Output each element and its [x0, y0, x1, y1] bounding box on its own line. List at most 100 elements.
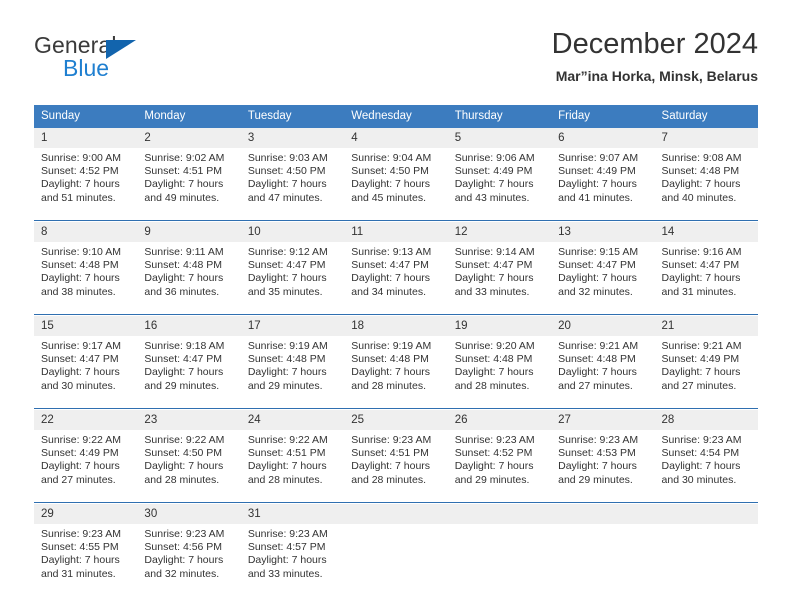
calendar-body: 1 2 3 4 5 6 7 Sunrise: 9:00 AM Sunset: 4… [34, 128, 758, 596]
day-cell[interactable]: Sunrise: 9:16 AM Sunset: 4:47 PM Dayligh… [654, 242, 758, 315]
day-number-empty [551, 504, 655, 524]
daylight-text: Daylight: 7 hours [41, 178, 120, 191]
day-cell[interactable]: Sunrise: 9:18 AM Sunset: 4:47 PM Dayligh… [137, 336, 241, 409]
sunrise-text: Sunrise: 9:04 AM [351, 152, 432, 164]
daylight-text-cont: and 32 minutes. [144, 567, 220, 580]
day-number[interactable]: 8 [34, 222, 138, 242]
general-blue-logo[interactable]: General Blue [34, 32, 234, 88]
day-number[interactable]: 21 [654, 316, 758, 336]
day-number[interactable]: 5 [447, 128, 552, 148]
day-cell[interactable]: Sunrise: 9:23 AM Sunset: 4:54 PM Dayligh… [654, 430, 758, 503]
sunrise-text: Sunrise: 9:17 AM [41, 340, 121, 352]
sunrise-text: Sunrise: 9:23 AM [558, 434, 639, 446]
sunrise-text: Sunrise: 9:10 AM [41, 246, 121, 258]
sunrise-text: Sunrise: 9:23 AM [454, 434, 535, 446]
daylight-text: Daylight: 7 hours [247, 554, 327, 567]
daylight-text-cont: and 35 minutes. [247, 285, 323, 298]
day-cell[interactable]: Sunrise: 9:22 AM Sunset: 4:50 PM Dayligh… [137, 430, 241, 503]
day-cell[interactable]: Sunrise: 9:19 AM Sunset: 4:48 PM Dayligh… [344, 336, 448, 409]
day-number[interactable]: 27 [551, 410, 655, 430]
day-number[interactable]: 9 [137, 222, 241, 242]
day-cell[interactable]: Sunrise: 9:06 AM Sunset: 4:49 PM Dayligh… [447, 148, 552, 221]
day-cell[interactable]: Sunrise: 9:04 AM Sunset: 4:50 PM Dayligh… [344, 148, 448, 221]
day-number[interactable]: 10 [240, 222, 345, 242]
sunset-text: Sunset: 4:47 PM [454, 259, 533, 272]
day-number[interactable]: 3 [240, 128, 345, 148]
weekday-header-thursday: Thursday [447, 105, 552, 128]
day-cell[interactable]: Sunrise: 9:20 AM Sunset: 4:48 PM Dayligh… [447, 336, 552, 409]
day-number[interactable]: 17 [240, 316, 345, 336]
day-cell[interactable]: Sunrise: 9:10 AM Sunset: 4:48 PM Dayligh… [34, 242, 138, 315]
day-cell[interactable]: Sunrise: 9:23 AM Sunset: 4:53 PM Dayligh… [551, 430, 655, 503]
sunset-text: Sunset: 4:50 PM [144, 447, 223, 460]
day-cell[interactable]: Sunrise: 9:13 AM Sunset: 4:47 PM Dayligh… [344, 242, 448, 315]
week-5-daynum-row: 29 30 31 [34, 504, 758, 524]
sunrise-text: Sunrise: 9:21 AM [558, 340, 639, 352]
daylight-text-cont: and 41 minutes. [558, 191, 633, 204]
day-number[interactable]: 18 [344, 316, 448, 336]
day-number[interactable]: 13 [551, 222, 655, 242]
sunrise-text: Sunrise: 9:14 AM [454, 246, 535, 258]
day-cell[interactable]: Sunrise: 9:23 AM Sunset: 4:55 PM Dayligh… [34, 524, 138, 596]
day-cell[interactable]: Sunrise: 9:22 AM Sunset: 4:51 PM Dayligh… [240, 430, 345, 503]
day-number[interactable]: 4 [344, 128, 448, 148]
day-number[interactable]: 12 [447, 222, 552, 242]
day-cell[interactable]: Sunrise: 9:03 AM Sunset: 4:50 PM Dayligh… [240, 148, 345, 221]
day-number[interactable]: 29 [34, 504, 138, 524]
day-number[interactable]: 26 [447, 410, 552, 430]
day-cell[interactable]: Sunrise: 9:22 AM Sunset: 4:49 PM Dayligh… [34, 430, 138, 503]
daylight-text: Daylight: 7 hours [661, 460, 741, 473]
day-number[interactable]: 11 [344, 222, 448, 242]
day-number[interactable]: 7 [654, 128, 758, 148]
day-number[interactable]: 15 [34, 316, 138, 336]
day-cell[interactable]: Sunrise: 9:21 AM Sunset: 4:49 PM Dayligh… [654, 336, 758, 409]
day-cell[interactable]: Sunrise: 9:23 AM Sunset: 4:52 PM Dayligh… [447, 430, 552, 503]
week-1-info-row: Sunrise: 9:00 AM Sunset: 4:52 PM Dayligh… [34, 148, 758, 221]
day-number[interactable]: 14 [654, 222, 758, 242]
day-number[interactable]: 1 [34, 128, 138, 148]
day-cell[interactable]: Sunrise: 9:12 AM Sunset: 4:47 PM Dayligh… [240, 242, 345, 315]
sunset-text: Sunset: 4:56 PM [144, 541, 223, 554]
daylight-text-cont: and 28 minutes. [351, 473, 426, 486]
daylight-text: Daylight: 7 hours [351, 460, 431, 473]
day-number[interactable]: 16 [137, 316, 241, 336]
day-cell[interactable]: Sunrise: 9:00 AM Sunset: 4:52 PM Dayligh… [34, 148, 138, 221]
day-number[interactable]: 2 [137, 128, 241, 148]
day-cell-empty [344, 524, 448, 596]
day-number[interactable]: 28 [654, 410, 758, 430]
weekday-header-tuesday: Tuesday [240, 105, 345, 128]
day-cell[interactable]: Sunrise: 9:21 AM Sunset: 4:48 PM Dayligh… [551, 336, 655, 409]
day-number[interactable]: 20 [551, 316, 655, 336]
day-cell[interactable]: Sunrise: 9:02 AM Sunset: 4:51 PM Dayligh… [137, 148, 241, 221]
day-cell[interactable]: Sunrise: 9:17 AM Sunset: 4:47 PM Dayligh… [34, 336, 138, 409]
day-cell[interactable]: Sunrise: 9:15 AM Sunset: 4:47 PM Dayligh… [551, 242, 655, 315]
day-number[interactable]: 19 [447, 316, 552, 336]
day-number[interactable]: 25 [344, 410, 448, 430]
sunrise-text: Sunrise: 9:15 AM [558, 246, 639, 258]
day-cell[interactable]: Sunrise: 9:14 AM Sunset: 4:47 PM Dayligh… [447, 242, 552, 315]
day-cell[interactable]: Sunrise: 9:19 AM Sunset: 4:48 PM Dayligh… [240, 336, 345, 409]
daylight-text-cont: and 38 minutes. [41, 285, 116, 298]
daylight-text: Daylight: 7 hours [661, 366, 741, 379]
day-cell[interactable]: Sunrise: 9:08 AM Sunset: 4:48 PM Dayligh… [654, 148, 758, 221]
day-number[interactable]: 6 [551, 128, 655, 148]
day-cell[interactable]: Sunrise: 9:11 AM Sunset: 4:48 PM Dayligh… [137, 242, 241, 315]
sunrise-text: Sunrise: 9:16 AM [661, 246, 742, 258]
day-number[interactable]: 22 [34, 410, 138, 430]
daylight-text: Daylight: 7 hours [41, 554, 120, 567]
daylight-text-cont: and 27 minutes. [41, 473, 116, 486]
day-cell[interactable]: Sunrise: 9:23 AM Sunset: 4:56 PM Dayligh… [137, 524, 241, 596]
sunset-text: Sunset: 4:50 PM [351, 165, 429, 178]
daylight-text: Daylight: 7 hours [144, 366, 224, 379]
calendar-header-row: Sunday Monday Tuesday Wednesday Thursday… [34, 105, 758, 128]
day-number[interactable]: 30 [137, 504, 241, 524]
sunrise-text: Sunrise: 9:12 AM [247, 246, 328, 258]
day-number[interactable]: 31 [240, 504, 345, 524]
day-cell[interactable]: Sunrise: 9:07 AM Sunset: 4:49 PM Dayligh… [551, 148, 655, 221]
sunrise-text: Sunrise: 9:18 AM [144, 340, 225, 352]
day-cell[interactable]: Sunrise: 9:23 AM Sunset: 4:51 PM Dayligh… [344, 430, 448, 503]
daylight-text-cont: and 32 minutes. [558, 285, 633, 298]
day-number[interactable]: 23 [137, 410, 241, 430]
day-number[interactable]: 24 [240, 410, 345, 430]
day-cell[interactable]: Sunrise: 9:23 AM Sunset: 4:57 PM Dayligh… [240, 524, 345, 596]
